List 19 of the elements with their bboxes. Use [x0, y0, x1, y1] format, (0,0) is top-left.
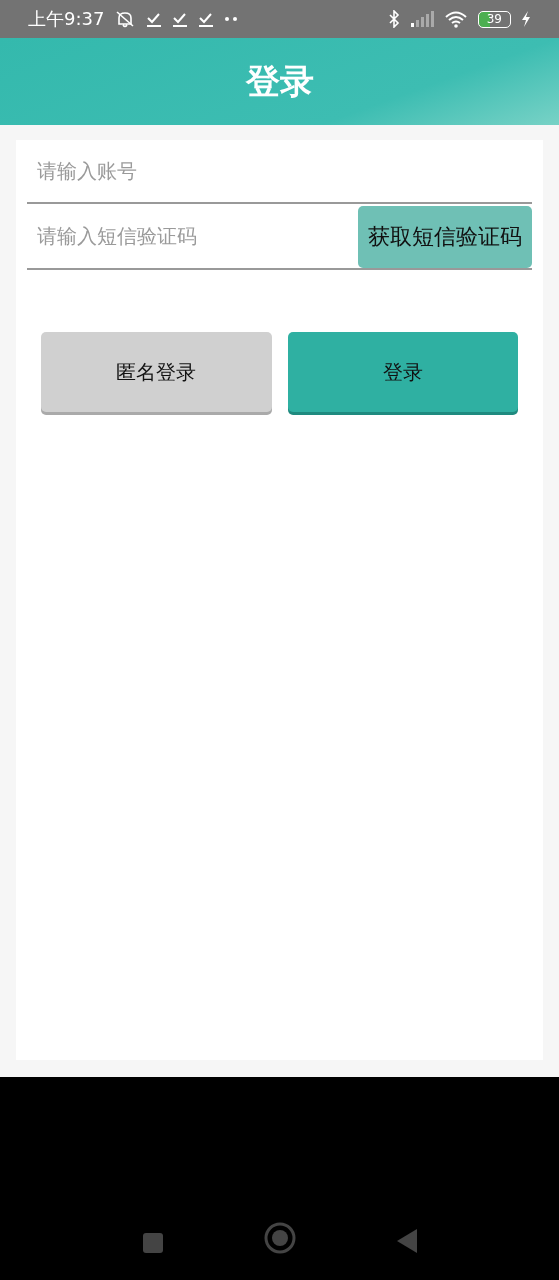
more-icon: [224, 16, 239, 22]
login-button[interactable]: 登录: [287, 332, 518, 412]
clock: 上午9:37: [28, 7, 105, 31]
home-icon[interactable]: [263, 1222, 296, 1254]
charging-icon: [521, 11, 531, 27]
check-icon: [146, 11, 163, 27]
page-title: 登录: [245, 59, 314, 103]
code-field[interactable]: 请输入短信验证码: [27, 204, 358, 268]
back-icon[interactable]: [395, 1228, 418, 1254]
check-icon: [198, 11, 215, 27]
bluetooth-icon: [387, 10, 400, 28]
signal-icon: [409, 11, 434, 27]
wifi-icon: [443, 10, 468, 28]
login-button[interactable]: 匿名登录: [41, 332, 272, 412]
battery-indicator: 39: [477, 10, 511, 28]
recents-icon[interactable]: [141, 1232, 164, 1254]
check-icon: [172, 11, 189, 27]
account-field[interactable]: 请输入账号: [27, 140, 532, 204]
get-code-button[interactable]: 获取短信验证码: [358, 206, 532, 268]
